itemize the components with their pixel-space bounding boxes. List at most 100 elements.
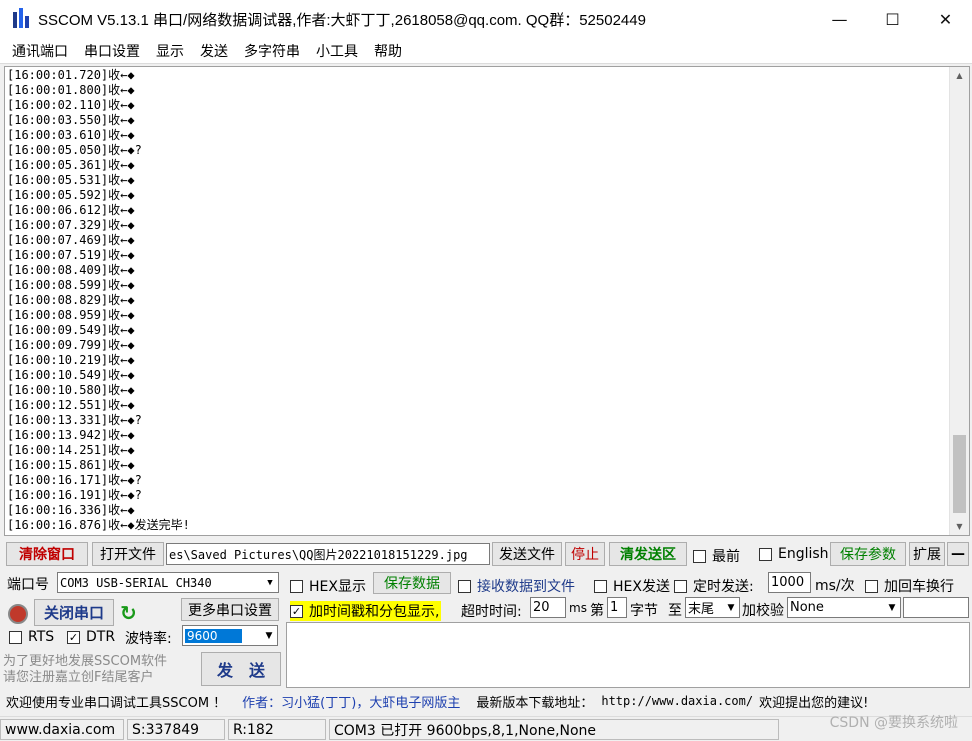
log-line: [16:00:10.580]收←◆ (7, 383, 135, 397)
hex-display-checkbox[interactable]: HEX显示 (290, 576, 366, 596)
send-file-button[interactable]: 发送文件 (492, 542, 562, 566)
to-select[interactable]: 末尾 ▼ (685, 597, 740, 618)
status-bar: www.daxia.com S:337849 R:182 COM3 已打开 96… (0, 716, 972, 741)
scroll-up-icon[interactable]: ▲ (950, 67, 969, 84)
timeout-unit: ms (569, 601, 587, 615)
log-line: [16:00:09.799]收←◆ (7, 338, 135, 352)
timestamp-checkbox[interactable]: ✓ 加时间戳和分包显示, (290, 601, 442, 621)
status-port-state: COM3 已打开 9600bps,8,1,None,None (329, 719, 779, 740)
clear-window-button[interactable]: 清除窗口 (6, 542, 88, 566)
send-input[interactable] (286, 622, 970, 688)
menu-display[interactable]: 显示 (148, 41, 192, 61)
rts-checkbox[interactable]: RTS (9, 629, 54, 645)
checksum-output (903, 597, 969, 618)
timeout-input[interactable]: 20 (530, 597, 566, 618)
check-icon: ✓ (67, 630, 80, 644)
byte-suffix: 字节 (630, 603, 658, 619)
timed-send-label: 定时发送: (693, 579, 754, 595)
welcome-text: 欢迎使用专业串口调试工具SSCOM ！ (6, 695, 227, 711)
status-site[interactable]: www.daxia.com (0, 719, 124, 740)
to-label: 至 (668, 603, 682, 619)
info-marquee: 欢迎使用专业串口调试工具SSCOM ！ 作者：习小猛(丁丁)，大虾电子网版主 最… (0, 690, 972, 712)
chevron-down-icon: ▼ (884, 598, 900, 617)
author-text: 作者：习小猛(丁丁)，大虾电子网版主 (242, 695, 461, 711)
checkbox-icon (9, 630, 22, 644)
stop-button[interactable]: 停止 (565, 542, 605, 566)
receive-log: [16:00:01.720]收←◆ [16:00:01.800]收←◆ [16:00… (7, 68, 190, 533)
scroll-down-icon[interactable]: ▼ (950, 518, 969, 535)
baud-label: 波特率: (125, 631, 172, 647)
recv-to-file-checkbox[interactable]: 接收数据到文件 (458, 576, 575, 596)
checksum-value: None (790, 600, 824, 615)
interval-input[interactable]: 1000 (768, 572, 811, 593)
menu-comm-port[interactable]: 通讯端口 (4, 41, 76, 61)
dtr-checkbox[interactable]: ✓ DTR (67, 629, 115, 645)
log-line: [16:00:07.329]收←◆ (7, 218, 135, 232)
log-line: [16:00:14.251]收←◆ (7, 443, 135, 457)
download-url[interactable]: http://www.daxia.com/ (601, 694, 753, 708)
baud-select[interactable]: 9600 ▼ (182, 625, 278, 646)
timeout-label: 超时时间: (461, 604, 522, 620)
log-line: [16:00:08.599]收←◆ (7, 278, 135, 292)
window-title: SSCOM V5.13.1 串口/网络数据调试器,作者:大虾丁丁,2618058… (38, 11, 646, 29)
menu-serial-settings[interactable]: 串口设置 (76, 41, 148, 61)
english-checkbox[interactable]: English (759, 546, 829, 562)
save-data-button[interactable]: 保存数据 (373, 572, 451, 594)
close-port-button[interactable]: 关闭串口 (34, 599, 114, 626)
log-line: [16:00:03.610]收←◆ (7, 128, 135, 142)
log-line: [16:00:16.876]收←◆发送完毕! (7, 518, 190, 532)
port-select[interactable]: COM3 USB-SERIAL CH340 ▼ (57, 572, 279, 593)
expand-button[interactable]: 扩展 (909, 542, 945, 566)
receive-area[interactable]: [16:00:01.720]收←◆ [16:00:01.800]收←◆ [16:00… (4, 66, 970, 536)
checksum-select[interactable]: None ▼ (787, 597, 901, 618)
port-value: COM3 USB-SERIAL CH340 (60, 575, 212, 590)
port-status-icon (8, 604, 28, 624)
dtr-label: DTR (86, 629, 116, 645)
timed-send-checkbox[interactable]: 定时发送: (674, 576, 754, 596)
save-params-button[interactable]: 保存参数 (830, 542, 906, 566)
always-on-top-checkbox[interactable]: 最前 (693, 546, 740, 566)
byte-prefix: 第 (590, 603, 604, 619)
send-button[interactable]: 发 送 (201, 652, 281, 686)
log-line: [16:00:13.942]收←◆ (7, 428, 135, 442)
log-line: [16:00:01.800]收←◆ (7, 83, 135, 97)
maximize-button[interactable]: ☐ (866, 0, 919, 38)
clear-send-button[interactable]: 清发送区 (609, 542, 687, 566)
log-line: [16:00:01.720]收←◆ (7, 68, 135, 82)
more-settings-button[interactable]: 更多串口设置 (181, 598, 279, 621)
checkbox-icon (693, 549, 706, 563)
baud-value: 9600 (185, 628, 242, 643)
log-line: [16:00:16.171]收←◆? (7, 473, 142, 487)
open-file-button[interactable]: 打开文件 (92, 542, 164, 566)
byte-index-input[interactable]: 1 (607, 597, 627, 618)
vertical-scrollbar[interactable]: ▲ ▼ (949, 67, 969, 535)
menu-tools[interactable]: 小工具 (308, 41, 366, 61)
menu-multi-string[interactable]: 多字符串 (236, 41, 308, 61)
collapse-button[interactable]: — (947, 542, 969, 566)
checkbox-icon (594, 579, 607, 593)
log-line: [16:00:08.409]收←◆ (7, 263, 135, 277)
file-path-field[interactable]: es\Saved Pictures\QQ图片20221018151229.jpg (166, 543, 490, 565)
chevron-down-icon: ▼ (262, 573, 278, 592)
refresh-icon[interactable]: ↻ (120, 601, 137, 625)
menu-send[interactable]: 发送 (192, 41, 236, 61)
promo-line-2: 请您注册嘉立创F结尾客户 (3, 670, 154, 685)
minimize-button[interactable]: — (813, 0, 866, 38)
scrollbar-thumb[interactable] (953, 435, 966, 513)
log-line: [16:00:03.550]收←◆ (7, 113, 135, 127)
checkbox-icon (458, 579, 471, 593)
feedback-text: 欢迎提出您的建议! (759, 695, 869, 711)
recv-to-file-label: 接收数据到文件 (477, 579, 575, 595)
checkbox-icon (674, 579, 687, 593)
log-line: [16:00:12.551]收←◆ (7, 398, 135, 412)
hex-send-checkbox[interactable]: HEX发送 (594, 576, 670, 596)
log-line: [16:00:06.612]收←◆ (7, 203, 135, 217)
add-crlf-checkbox[interactable]: 加回车换行 (865, 576, 954, 596)
menu-help[interactable]: 帮助 (366, 41, 410, 61)
app-icon (12, 8, 32, 30)
close-button[interactable]: ✕ (919, 0, 972, 38)
log-line: [16:00:02.110]收←◆ (7, 98, 135, 112)
log-line: [16:00:08.829]收←◆ (7, 293, 135, 307)
log-line: [16:00:07.469]收←◆ (7, 233, 135, 247)
log-line: [16:00:08.959]收←◆ (7, 308, 135, 322)
